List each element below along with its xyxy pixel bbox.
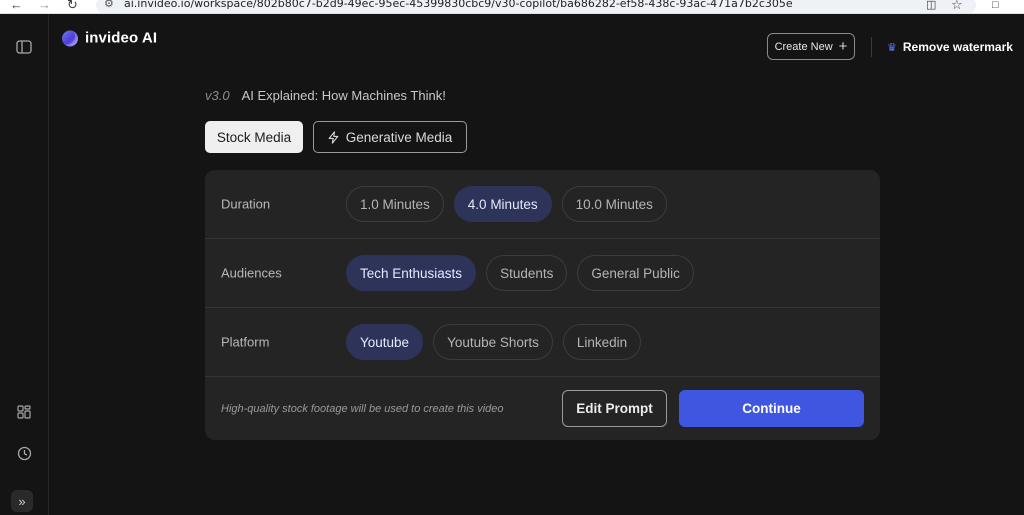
audience-option-tech-enthusiasts[interactable]: Tech Enthusiasts (346, 255, 477, 291)
tab-generative-media-label: Generative Media (345, 129, 453, 145)
audience-option-students[interactable]: Students (486, 255, 568, 291)
audiences-label: Audiences (221, 265, 282, 281)
left-rail: » (0, 14, 49, 515)
continue-button[interactable]: Continue (679, 390, 864, 427)
settings-panel: Duration 1.0 Minutes 4.0 Minutes 10.0 Mi… (205, 170, 880, 440)
create-new-button[interactable]: Create New + (767, 33, 855, 60)
platform-option-youtube[interactable]: Youtube (346, 324, 424, 360)
platform-option-youtube-shorts[interactable]: Youtube Shorts (433, 324, 553, 360)
panel-toggle-icon[interactable] (12, 35, 36, 59)
back-icon[interactable]: ← (10, 0, 23, 13)
address-bar[interactable]: ⚙ ai.invideo.io/workspace/802b80c7-b2d9-… (96, 0, 976, 13)
tab-stock-media-label: Stock Media (216, 129, 292, 145)
browser-toolbar: ← → ↻ ⚙ ai.invideo.io/workspace/802b80c7… (0, 0, 1024, 14)
tab-generative-media[interactable]: Generative Media (313, 121, 467, 153)
version-label: v3.0 (205, 88, 230, 103)
remove-watermark-label: Remove watermark (902, 40, 1013, 54)
audiences-row: Audiences Tech Enthusiasts Students Gene… (205, 239, 880, 308)
remove-watermark-button[interactable]: ♛ Remove watermark (887, 40, 1013, 54)
platform-label: Platform (221, 334, 270, 350)
history-clock-icon[interactable] (12, 441, 36, 465)
platform-option-linkedin[interactable]: Linkedin (562, 324, 642, 360)
audience-option-general-public[interactable]: General Public (577, 255, 694, 291)
forward-icon[interactable]: → (38, 0, 51, 13)
create-new-label: Create New (774, 40, 833, 53)
duration-row: Duration 1.0 Minutes 4.0 Minutes 10.0 Mi… (205, 170, 880, 239)
apps-grid-icon[interactable] (12, 400, 36, 424)
expand-chevrons-icon[interactable]: » (11, 490, 33, 512)
audience-options: Tech Enthusiasts Students General Public (346, 255, 694, 291)
footer-note: High-quality stock footage will be used … (221, 402, 504, 415)
plus-icon: + (838, 37, 848, 55)
logo[interactable]: invideo AI (62, 30, 157, 47)
url-text: ai.invideo.io/workspace/802b80c7-b2d9-49… (124, 0, 793, 10)
top-bar: invideo AI Create New + ♛ Remove waterma… (49, 14, 1024, 64)
bookmark-star-icon[interactable]: ☆ (951, 0, 963, 13)
extensions-icon[interactable]: □ (992, 0, 999, 13)
duration-option-1-minutes[interactable]: 1.0 Minutes (346, 186, 444, 222)
project-title: AI Explained: How Machines Think! (241, 88, 446, 103)
platform-row: Platform Youtube Youtube Shorts Linkedin (205, 308, 880, 377)
duration-label: Duration (221, 196, 271, 212)
lightning-icon (328, 130, 339, 144)
reload-icon[interactable]: ↻ (67, 0, 78, 13)
project-header: v3.0 AI Explained: How Machines Think! (205, 88, 446, 103)
tab-stock-media[interactable]: Stock Media (205, 121, 303, 153)
platform-options: Youtube Youtube Shorts Linkedin (346, 324, 642, 360)
duration-options: 1.0 Minutes 4.0 Minutes 10.0 Minutes (346, 186, 667, 222)
crown-icon: ♛ (887, 41, 897, 54)
duration-option-10-minutes[interactable]: 10.0 Minutes (561, 186, 667, 222)
edit-prompt-button[interactable]: Edit Prompt (562, 390, 667, 427)
logo-text: invideo AI (85, 29, 158, 47)
site-info-icon[interactable]: ⚙ (104, 0, 114, 10)
duration-option-4-minutes[interactable]: 4.0 Minutes (453, 186, 552, 222)
panel-footer: High-quality stock footage will be used … (205, 377, 880, 440)
invideo-logo-icon (62, 30, 78, 46)
divider (871, 37, 872, 57)
install-app-icon[interactable]: ◫ (926, 0, 936, 13)
